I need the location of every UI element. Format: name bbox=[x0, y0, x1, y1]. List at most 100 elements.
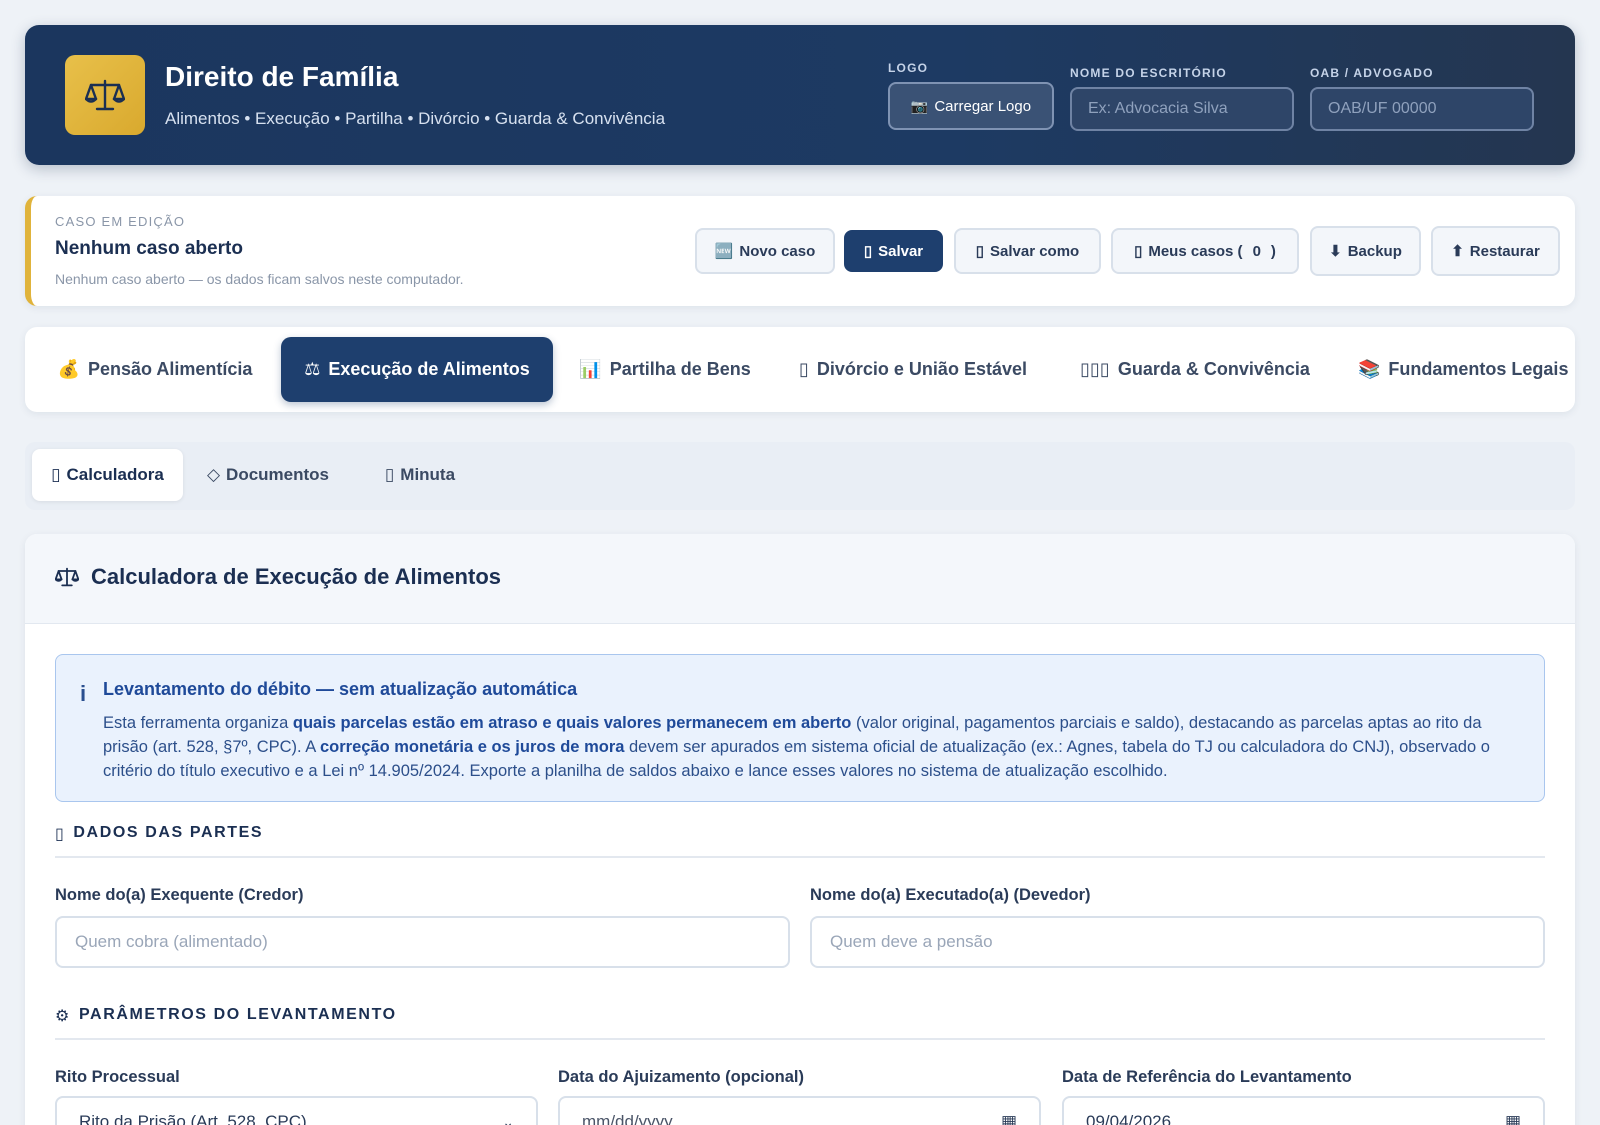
main-tabs: 💰 Pensão Alimentícia ⚖ Execução de Alime… bbox=[25, 327, 1575, 412]
info-title: Levantamento do débito — sem atualização… bbox=[103, 679, 578, 699]
books-icon: 📚 bbox=[1358, 359, 1381, 379]
reference-date-value: 09/04/2026 bbox=[1086, 1112, 1172, 1125]
new-case-button[interactable]: 🆕 Novo caso bbox=[695, 228, 835, 274]
filing-date-label: Data do Ajuizamento (opcional) bbox=[558, 1068, 804, 1086]
subtab-minuta[interactable]: ▯ Minuta bbox=[375, 449, 465, 501]
info-text-1: Esta ferramenta organiza bbox=[103, 714, 293, 732]
tab-guarda[interactable]: ▯▯▯ Guarda & Convivência bbox=[1075, 337, 1315, 402]
case-kicker: CASO EM EDIÇÃO bbox=[55, 214, 186, 229]
camera-icon: 📷 bbox=[910, 97, 929, 114]
tab-fundamentos[interactable]: 📚 Fundamentos Legais bbox=[1358, 337, 1575, 402]
tab-divorcio[interactable]: ▯ Divórcio e União Estável bbox=[793, 337, 1033, 402]
restore-label: Restaurar bbox=[1469, 242, 1540, 260]
tab-partilha-label: Partilha de Bens bbox=[609, 359, 751, 379]
upload-logo-label: Carregar Logo bbox=[934, 97, 1032, 115]
rito-label: Rito Processual bbox=[55, 1068, 180, 1086]
info-body: Esta ferramenta organiza quais parcelas … bbox=[103, 711, 1513, 783]
scales-icon: ⚖ bbox=[304, 359, 321, 379]
my-cases-count: 0 bbox=[1252, 242, 1261, 260]
save-as-icon: ▯ bbox=[975, 243, 985, 260]
section-parties: ▯ DADOS DAS PARTES bbox=[55, 824, 1545, 858]
new-document-icon: 🆕 bbox=[714, 243, 734, 260]
app-title: Direito de Família bbox=[165, 61, 399, 92]
tab-pensao-label: Pensão Alimentícia bbox=[88, 359, 253, 379]
ring-icon: ▯ bbox=[799, 359, 809, 379]
document-icon: ▯ bbox=[384, 465, 395, 484]
debtor-label: Nome do(a) Executado(a) (Devedor) bbox=[810, 886, 1091, 904]
backup-label: Backup bbox=[1347, 242, 1402, 260]
creditor-input[interactable] bbox=[55, 916, 790, 968]
my-cases-button[interactable]: ▯ Meus casos ( 0 ) bbox=[1111, 228, 1299, 274]
tab-partilha[interactable]: 📊 Partilha de Bens bbox=[579, 337, 751, 402]
bar-chart-icon: 📊 bbox=[579, 359, 602, 379]
backup-button[interactable]: ⬇ Backup bbox=[1310, 226, 1421, 276]
new-case-label: Novo caso bbox=[739, 242, 816, 260]
logo-label: LOGO bbox=[888, 61, 929, 75]
calculator-card: Calculadora de Execução de Alimentos i L… bbox=[25, 534, 1575, 1125]
upload-logo-button[interactable]: 📷 Carregar Logo bbox=[888, 82, 1054, 130]
scales-logo bbox=[65, 55, 145, 135]
section-params-label: PARÂMETROS DO LEVANTAMENTO bbox=[78, 1006, 397, 1023]
family-icon: ▯▯▯ bbox=[1080, 359, 1110, 379]
calendar-icon: ▦ bbox=[1000, 1112, 1017, 1125]
card-title-text: Calculadora de Execução de Alimentos bbox=[91, 564, 501, 589]
oab-input[interactable] bbox=[1310, 87, 1534, 131]
my-cases-label: Meus casos ( bbox=[1148, 242, 1243, 260]
download-arrow-icon: ⬇ bbox=[1329, 243, 1342, 260]
upload-arrow-icon: ⬆ bbox=[1451, 243, 1464, 260]
my-cases-close: ) bbox=[1270, 242, 1276, 260]
save-label: Salvar bbox=[878, 242, 924, 260]
save-as-label: Salvar como bbox=[990, 242, 1080, 260]
card-title: Calculadora de Execução de Alimentos bbox=[55, 564, 501, 590]
case-panel: CASO EM EDIÇÃO Nenhum caso aberto Nenhum… bbox=[25, 196, 1575, 306]
folder-icon: ▯ bbox=[1134, 243, 1143, 260]
reference-date-label: Data de Referência do Levantamento bbox=[1062, 1068, 1352, 1086]
case-title: Nenhum caso aberto bbox=[55, 238, 243, 259]
filing-date-input[interactable]: mm/dd/yyyy ▦ bbox=[558, 1096, 1041, 1125]
subtab-documentos[interactable]: ◇ Documentos bbox=[203, 449, 333, 501]
restore-button[interactable]: ⬆ Restaurar bbox=[1431, 226, 1560, 276]
sub-tabs: ▯ Calculadora ◇ Documentos ▯ Minuta bbox=[25, 442, 1575, 510]
rito-value: Rito da Prisão (Art. 528, CPC) bbox=[79, 1112, 307, 1125]
chevron-down-icon: ⌄ bbox=[502, 1113, 514, 1125]
app-subtitle: Alimentos • Execução • Partilha • Divórc… bbox=[165, 109, 666, 128]
info-icon: i bbox=[80, 681, 87, 706]
scales-icon bbox=[85, 79, 125, 111]
office-name-label: NOME DO ESCRITÓRIO bbox=[1070, 66, 1227, 80]
app-header: Direito de Família Alimentos • Execução … bbox=[25, 25, 1575, 165]
tab-execucao[interactable]: ⚖ Execução de Alimentos bbox=[281, 337, 553, 402]
case-note: Nenhum caso aberto — os dados ficam salv… bbox=[55, 271, 464, 287]
save-icon: ▯ bbox=[863, 243, 873, 260]
section-parties-label: DADOS DAS PARTES bbox=[73, 824, 264, 841]
save-as-button[interactable]: ▯ Salvar como bbox=[954, 228, 1101, 274]
debtor-input[interactable] bbox=[810, 916, 1545, 968]
oab-label: OAB / ADVOGADO bbox=[1310, 66, 1434, 80]
scales-icon bbox=[55, 567, 79, 587]
info-bold-1: quais parcelas estão em atraso e quais v… bbox=[292, 714, 852, 732]
tag-icon: ◇ bbox=[206, 465, 221, 484]
rito-select[interactable]: Rito da Prisão (Art. 528, CPC) ⌄ bbox=[55, 1096, 538, 1125]
card-header: Calculadora de Execução de Alimentos bbox=[25, 534, 1575, 624]
creditor-label: Nome do(a) Exequente (Credor) bbox=[55, 886, 304, 904]
info-box: i Levantamento do débito — sem atualizaç… bbox=[55, 654, 1545, 802]
subtab-calculadora-label: Calculadora bbox=[66, 465, 164, 484]
subtab-minuta-label: Minuta bbox=[400, 465, 456, 484]
tab-pensao[interactable]: 💰 Pensão Alimentícia bbox=[55, 337, 255, 402]
subtab-documentos-label: Documentos bbox=[226, 465, 330, 484]
calendar-icon: ▦ bbox=[1504, 1112, 1521, 1125]
money-bag-icon: 💰 bbox=[57, 359, 81, 379]
tab-guarda-label: Guarda & Convivência bbox=[1117, 359, 1310, 379]
people-icon: ▯ bbox=[55, 826, 66, 843]
calculator-icon: ▯ bbox=[51, 465, 61, 484]
tab-fundamentos-label: Fundamentos Legais bbox=[1388, 359, 1569, 379]
filing-date-value: mm/dd/yyyy bbox=[582, 1112, 673, 1125]
office-name-input[interactable] bbox=[1070, 87, 1294, 131]
tab-execucao-label: Execução de Alimentos bbox=[328, 359, 530, 379]
reference-date-input[interactable]: 09/04/2026 ▦ bbox=[1062, 1096, 1545, 1125]
info-bold-2: correção monetária e os juros de mora bbox=[319, 738, 625, 756]
save-button[interactable]: ▯ Salvar bbox=[844, 230, 943, 272]
subtab-calculadora[interactable]: ▯ Calculadora bbox=[32, 449, 183, 501]
section-params: ⚙ PARÂMETROS DO LEVANTAMENTO bbox=[55, 1006, 1545, 1040]
gear-icon: ⚙ bbox=[55, 1008, 71, 1025]
tab-divorcio-label: Divórcio e União Estável bbox=[816, 359, 1027, 379]
